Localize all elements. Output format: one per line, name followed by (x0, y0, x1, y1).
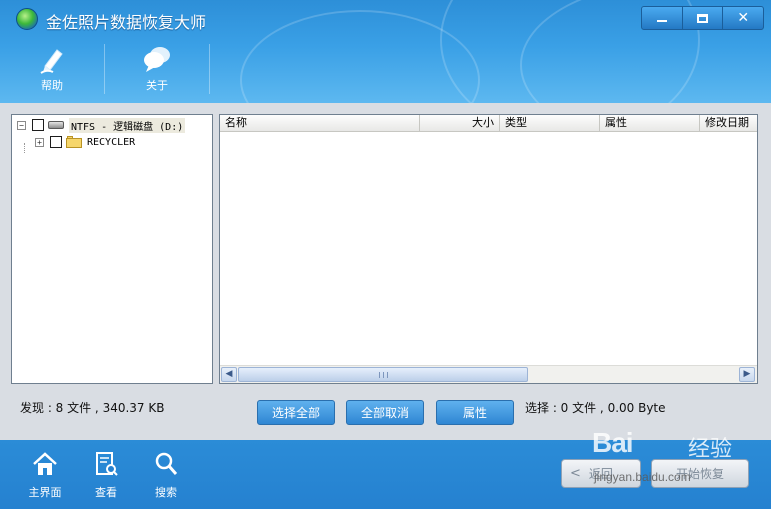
deselect-all-button[interactable]: 全部取消 (346, 400, 424, 425)
column-header-attributes[interactable]: 属性 (600, 115, 700, 132)
collapse-toggle[interactable]: − (17, 120, 26, 130)
footer-bar: 主界面 查看 搜索 < 返回 开始恢复 (0, 440, 771, 509)
back-label: 返回 (588, 467, 613, 481)
view-label: 查看 (95, 486, 117, 499)
drive-icon (48, 121, 64, 129)
minimize-icon (656, 20, 667, 22)
column-header-size[interactable]: 大小 (420, 115, 500, 132)
about-label: 关于 (146, 79, 168, 92)
toolbar-divider (209, 44, 210, 94)
app-logo-icon (16, 8, 38, 30)
maximize-button[interactable] (683, 7, 724, 29)
selected-summary: 选择 : 0 文件 , 0.00 Byte (525, 401, 666, 415)
scroll-right-button[interactable]: ▶ (739, 367, 755, 382)
document-view-icon (96, 452, 118, 476)
tree-node-drive[interactable]: − NTFS - 逻辑磁盘 (D:) (17, 117, 186, 133)
tree-checkbox-drive[interactable] (32, 119, 44, 131)
start-recovery-button[interactable]: 开始恢复 (651, 459, 749, 488)
grip-icon (379, 372, 388, 378)
tree-node-recycler[interactable]: + RECYCLER (35, 134, 135, 150)
about-button[interactable]: 关于 (105, 38, 209, 100)
search-icon (155, 452, 178, 475)
found-summary: 发现 : 8 文件 , 340.37 KB (20, 401, 165, 415)
tree-label-drive[interactable]: NTFS - 逻辑磁盘 (D:) (69, 117, 186, 133)
directory-tree[interactable]: − NTFS - 逻辑磁盘 (D:) + RECYCLER (11, 114, 213, 384)
folder-icon (66, 136, 82, 148)
close-button[interactable]: ✕ (723, 7, 763, 29)
tree-connector (24, 143, 25, 153)
minimize-button[interactable] (642, 7, 683, 29)
maximize-icon (697, 13, 708, 23)
tree-label-recycler[interactable]: RECYCLER (87, 137, 135, 148)
select-all-button[interactable]: 选择全部 (257, 400, 335, 425)
main-content: − NTFS - 逻辑磁盘 (D:) + RECYCLER 名称 大小 类型 属… (0, 103, 771, 440)
tree-checkbox-recycler[interactable] (50, 136, 62, 148)
file-list-header: 名称 大小 类型 属性 修改日期 (220, 115, 757, 132)
chevron-left-icon: < (570, 466, 581, 481)
column-header-type[interactable]: 类型 (500, 115, 600, 132)
scroll-left-button[interactable]: ◀ (221, 367, 237, 382)
header-banner: 金佐照片数据恢复大师 ✕ 帮助 关于 (0, 0, 771, 103)
expand-toggle[interactable]: + (35, 137, 44, 147)
home-button[interactable]: 主界面 (17, 450, 73, 500)
view-button[interactable]: 查看 (78, 450, 134, 500)
search-button[interactable]: 搜索 (138, 450, 194, 500)
close-icon: ✕ (737, 10, 750, 26)
help-pen-icon (40, 49, 63, 74)
search-label: 搜索 (155, 486, 177, 499)
file-list[interactable]: 名称 大小 类型 属性 修改日期 ◀ ▶ (219, 114, 758, 384)
help-label: 帮助 (41, 79, 63, 92)
scrollbar-thumb[interactable] (238, 367, 528, 382)
window-controls: ✕ (641, 6, 764, 30)
window-title: 金佐照片数据恢复大师 (46, 13, 207, 32)
about-bubble-icon (144, 47, 170, 72)
help-button[interactable]: 帮助 (0, 38, 104, 100)
back-button[interactable]: < 返回 (561, 459, 641, 488)
toolbar: 帮助 关于 (0, 38, 430, 100)
home-label: 主界面 (28, 486, 62, 499)
start-recovery-label: 开始恢复 (675, 467, 724, 481)
home-icon (33, 452, 57, 475)
column-header-modified[interactable]: 修改日期 (700, 115, 757, 132)
properties-button[interactable]: 属性 (436, 400, 514, 425)
column-header-name[interactable]: 名称 (220, 115, 420, 132)
horizontal-scrollbar[interactable]: ◀ ▶ (220, 365, 757, 383)
title-bar[interactable]: 金佐照片数据恢复大师 ✕ (0, 0, 771, 36)
